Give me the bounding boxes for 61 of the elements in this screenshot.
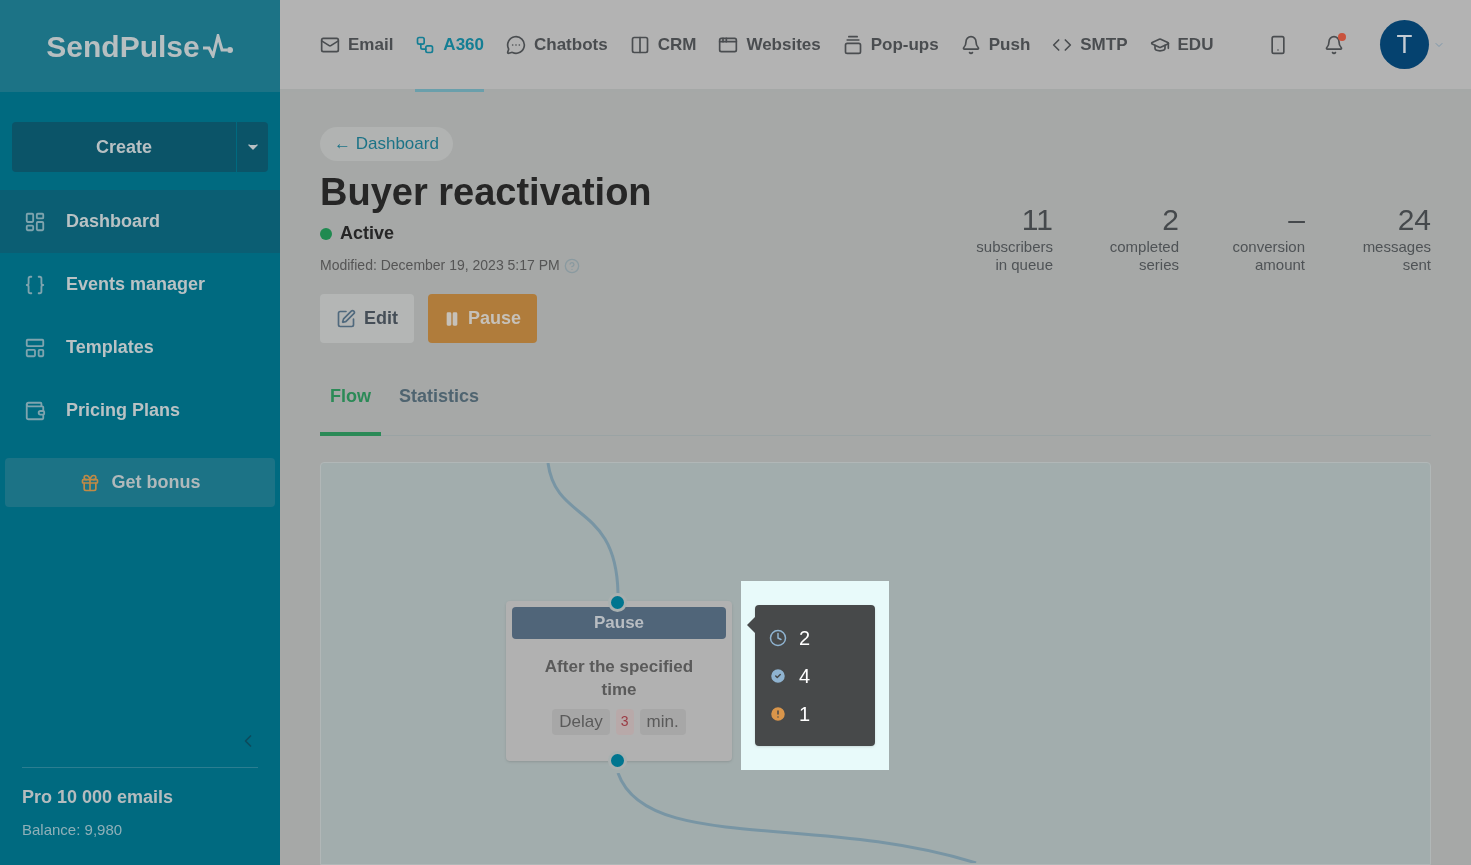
dashboard-icon (24, 210, 46, 233)
bell-icon (960, 34, 981, 55)
nav-tab[interactable]: EDU (1149, 0, 1214, 89)
edit-button[interactable]: Edit (320, 294, 414, 343)
braces-icon (24, 273, 46, 296)
node-description: After the specified time (543, 656, 695, 701)
sidebar-item[interactable]: Templates (0, 316, 280, 379)
nav-tab[interactable]: Chatbots (506, 0, 608, 89)
alert-circle-icon (769, 704, 787, 723)
node-header: Pause (512, 607, 726, 639)
stat-value: – (1288, 201, 1305, 238)
phone-icon[interactable] (1268, 34, 1288, 55)
nav-tab[interactable]: SMTP (1052, 0, 1128, 89)
nav-tab[interactable]: Pop-ups (842, 0, 939, 89)
create-button[interactable]: Create (12, 122, 268, 172)
pulse-icon (201, 34, 234, 58)
gift-icon (79, 472, 100, 493)
nav-tab[interactable]: Websites (718, 0, 821, 89)
nodes-icon (415, 34, 436, 55)
page-title: Buyer reactivation (320, 169, 652, 215)
user-avatar[interactable]: T (1380, 20, 1429, 69)
tooltip-count: 4 (799, 665, 811, 686)
plan-name: Pro 10 000 emails (22, 785, 175, 809)
back-link[interactable]: ← Dashboard (320, 127, 453, 161)
delay-label: Delay (552, 709, 610, 735)
nav-tab[interactable]: Push (960, 0, 1031, 89)
tooltip-count: 1 (799, 703, 811, 724)
sidebar-item[interactable]: Events manager (0, 253, 280, 316)
stacked-windows-icon (842, 34, 863, 55)
flow-node[interactable]: Pause After the specified time Delay 3 min. (506, 601, 732, 761)
delay-unit: min. (639, 709, 686, 735)
tab[interactable]: Statistics (389, 383, 490, 435)
status-label: Active (340, 222, 395, 245)
stat-value: 24 (1397, 201, 1431, 238)
sidebar-item[interactable]: Dashboard (0, 190, 280, 253)
pause-icon (444, 310, 460, 327)
pause-button[interactable]: Pause (428, 294, 538, 343)
tooltip-count: 2 (799, 627, 811, 648)
chat-bubble-icon (506, 34, 526, 55)
columns-icon (629, 34, 650, 55)
stat-value: 2 (1162, 201, 1179, 238)
delay-value: 3 (615, 709, 634, 735)
get-bonus-button[interactable]: Get bonus (5, 458, 275, 507)
stat-label: conversion amount (1231, 238, 1305, 274)
check-circle-icon (769, 666, 787, 685)
plan-balance: Balance: 9,980 (22, 819, 124, 840)
modified-date: Modified: December 19, 2023 5:17 PM (320, 256, 560, 275)
template-icon (24, 336, 46, 359)
wallet-icon (24, 399, 46, 422)
brand-logo[interactable]: SendPulse (46, 23, 234, 69)
clock-icon (769, 628, 787, 647)
nav-tab[interactable]: Email (320, 0, 394, 89)
edit-icon (336, 308, 356, 329)
nav-tab[interactable]: CRM (629, 0, 697, 89)
stat-label: subscribers in queue (975, 238, 1053, 274)
stat-value: 11 (1021, 201, 1053, 238)
nav-tab[interactable]: A360 (415, 0, 484, 92)
sidebar-item[interactable]: Pricing Plans (0, 379, 280, 442)
notification-bell-icon[interactable] (1324, 34, 1344, 55)
stat-label: messages sent (1361, 238, 1431, 274)
stat-label: completed series (1108, 238, 1179, 274)
